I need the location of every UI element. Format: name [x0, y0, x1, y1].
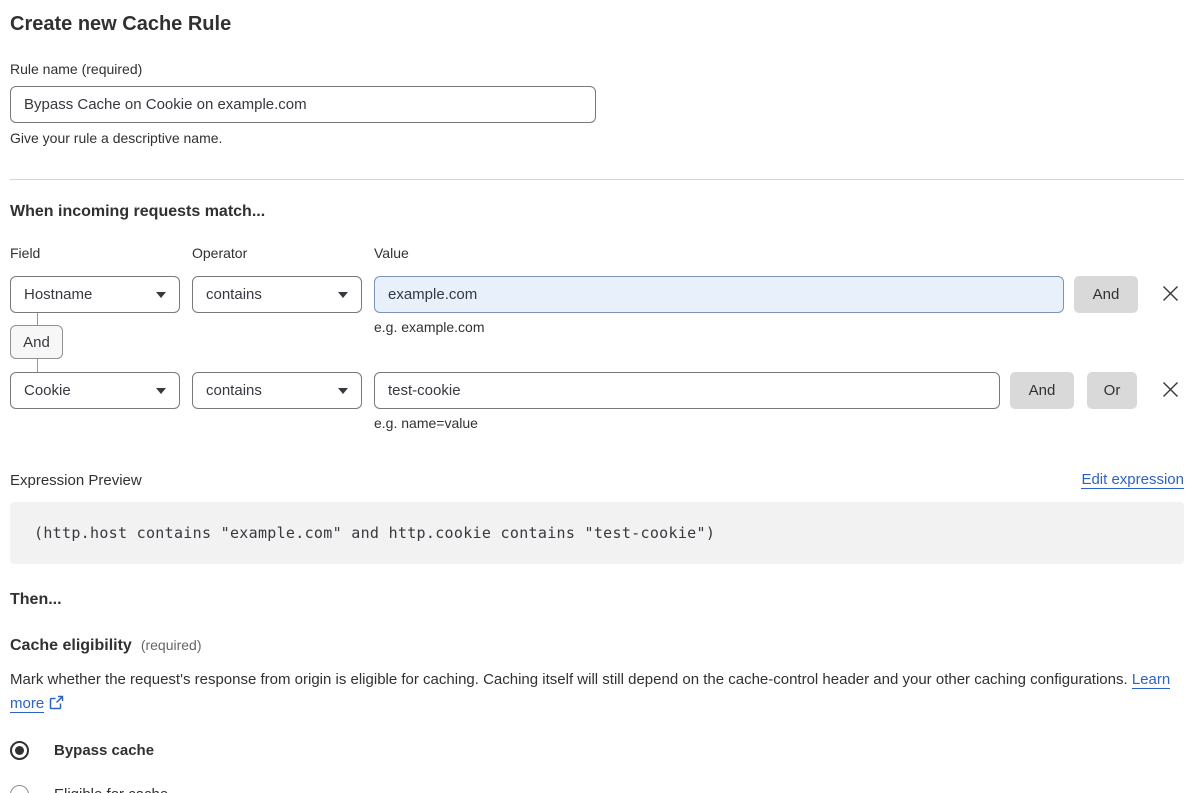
add-and-condition-button[interactable]: And	[1074, 276, 1138, 313]
operator-select[interactable]: contains	[192, 276, 362, 313]
operator-select-value: contains	[206, 286, 262, 303]
connector-line	[37, 313, 38, 325]
field-select-value: Hostname	[24, 286, 93, 303]
cache-eligibility-heading: Cache eligibility	[10, 637, 132, 654]
chevron-down-icon	[338, 387, 348, 394]
then-section-heading: Then...	[10, 591, 62, 608]
edit-expression-link[interactable]: Edit expression	[1081, 471, 1184, 489]
cache-rule-form: Create new Cache Rule Rule name (require…	[0, 0, 1200, 793]
rule-name-label: Rule name (required)	[10, 61, 143, 77]
connector-line	[37, 359, 38, 372]
expression-preview-box: (http.host contains "example.com" and ht…	[10, 502, 1184, 564]
add-and-condition-button[interactable]: And	[1010, 372, 1074, 409]
section-divider	[10, 179, 1184, 180]
radio-option-label: Bypass cache	[54, 742, 155, 759]
row-connector: And	[10, 313, 210, 372]
value-hint-text: e.g. name=value	[374, 415, 478, 431]
operator-select-value: contains	[206, 382, 262, 399]
operator-column-label: Operator	[192, 245, 248, 261]
chevron-down-icon	[156, 387, 166, 394]
page-title: Create new Cache Rule	[10, 13, 232, 35]
radio-option-eligible-for-cache[interactable]: Eligible for cache	[10, 785, 1184, 793]
chevron-down-icon	[338, 291, 348, 298]
radio-option-bypass-cache[interactable]: Bypass cache	[10, 741, 1184, 760]
radio-selected-icon[interactable]	[10, 741, 29, 760]
close-icon	[1161, 284, 1180, 306]
add-or-condition-button[interactable]: Or	[1087, 372, 1137, 409]
match-section-heading: When incoming requests match...	[10, 203, 266, 220]
close-icon	[1161, 380, 1180, 402]
cache-eligibility-description: Mark whether the request's response from…	[10, 668, 1184, 718]
expression-code: (http.host contains "example.com" and ht…	[34, 524, 716, 542]
remove-condition-button[interactable]	[1156, 276, 1184, 313]
external-link-icon	[49, 694, 64, 718]
rule-name-help-text: Give your rule a descriptive name.	[10, 130, 223, 146]
builder-column-labels: Field Operator Value	[10, 245, 1184, 261]
and-connector-chip[interactable]: And	[10, 325, 63, 359]
field-select[interactable]: Cookie	[10, 372, 180, 409]
value-input[interactable]	[374, 276, 1064, 313]
field-select[interactable]: Hostname	[10, 276, 180, 313]
rule-builder-row: Hostname contains And e.g. example.com	[10, 276, 1184, 335]
rule-builder-row: Cookie contains And Or e.g. name=value	[10, 372, 1184, 431]
field-column-label: Field	[10, 245, 41, 261]
value-input[interactable]	[374, 372, 1000, 409]
radio-option-label: Eligible for cache	[54, 786, 168, 793]
required-note: (required)	[140, 637, 202, 653]
rule-name-input[interactable]	[10, 86, 596, 123]
expression-preview-header: Expression Preview Edit expression	[10, 471, 1184, 489]
remove-condition-button[interactable]	[1156, 372, 1184, 409]
description-text: Mark whether the request's response from…	[10, 671, 1128, 688]
radio-unselected-icon[interactable]	[10, 785, 29, 793]
chevron-down-icon	[156, 291, 166, 298]
cache-eligibility-heading-row: Cache eligibility (required)	[10, 636, 1184, 655]
operator-select[interactable]: contains	[192, 372, 362, 409]
value-hint-text: e.g. example.com	[374, 319, 485, 335]
value-column-label: Value	[374, 245, 409, 261]
field-select-value: Cookie	[24, 382, 71, 399]
expression-preview-label: Expression Preview	[10, 471, 142, 489]
